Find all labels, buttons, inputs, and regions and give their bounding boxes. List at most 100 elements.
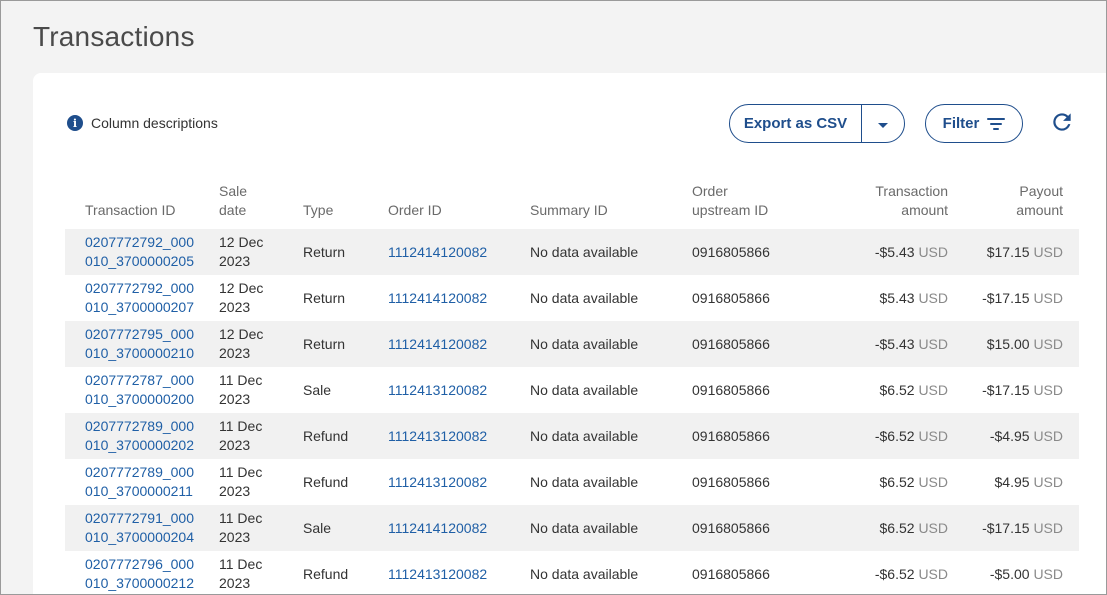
payout-amount-cell: $4.95 USD bbox=[948, 459, 1079, 505]
table-row: 0207772796_000 010_3700000212 11 Dec 202… bbox=[65, 551, 1079, 594]
sale-date-cell: 12 Dec 2023 bbox=[219, 275, 303, 321]
transaction-amount-currency: USD bbox=[918, 565, 948, 582]
payout-amount-currency: USD bbox=[1033, 243, 1063, 260]
header-payout-amount-label: Payout amount bbox=[1016, 183, 1063, 218]
transaction-amount-value: -$5.43 bbox=[874, 243, 915, 260]
table-row: 0207772787_000 010_3700000200 11 Dec 202… bbox=[65, 367, 1079, 413]
table-header-row: Transaction ID Sale date Type Order ID S… bbox=[65, 181, 1079, 229]
type-cell: Sale bbox=[303, 505, 388, 551]
table-row: 0207772789_000 010_3700000211 11 Dec 202… bbox=[65, 459, 1079, 505]
transaction-amount-currency: USD bbox=[918, 473, 948, 490]
table-row: 0207772792_000 010_3700000207 12 Dec 202… bbox=[65, 275, 1079, 321]
type-cell: Refund bbox=[303, 565, 349, 582]
transaction-amount-value: $6.52 bbox=[879, 519, 915, 536]
column-descriptions-label: Column descriptions bbox=[91, 115, 218, 131]
sale-date-year: 2023 bbox=[219, 575, 251, 591]
order-id-link[interactable]: 1112413120082 bbox=[388, 428, 487, 444]
order-id-link[interactable]: 1112413120082 bbox=[388, 382, 487, 398]
header-transaction-id[interactable]: Transaction ID bbox=[65, 181, 219, 229]
transaction-amount-cell: $6.52 USD bbox=[806, 505, 948, 551]
transaction-id-link[interactable]: 0207772789_000 010_3700000202 bbox=[65, 413, 219, 459]
transaction-id-link[interactable]: 0207772789_000 010_3700000211 bbox=[65, 459, 219, 505]
order-id-cell: 1112413120082 bbox=[388, 551, 530, 594]
order-id-link[interactable]: 1112414120082 bbox=[388, 336, 487, 352]
sale-date-year: 2023 bbox=[219, 253, 251, 269]
transaction-id-link[interactable]: 0207772787_000 010_3700000200 bbox=[65, 367, 219, 413]
transaction-amount-currency: USD bbox=[918, 381, 948, 398]
transactions-card: i Column descriptions Export as CSV Filt… bbox=[33, 73, 1106, 594]
order-id-link[interactable]: 1112414120082 bbox=[388, 290, 487, 306]
payout-amount-cell: -$17.15 USD bbox=[948, 275, 1079, 321]
table-row: 0207772792_000 010_3700000205 12 Dec 202… bbox=[65, 229, 1079, 275]
refresh-icon bbox=[1053, 113, 1071, 131]
order-id-link[interactable]: 1112414120082 bbox=[388, 244, 487, 260]
summary-id-cell: No data available bbox=[530, 381, 639, 398]
transaction-amount-cell: -$5.43 USD bbox=[806, 321, 948, 367]
order-upstream-id-cell: 0916805866 bbox=[692, 565, 770, 582]
sale-date-cell: 11 Dec 2023 bbox=[219, 459, 303, 505]
payout-amount-value: -$17.15 bbox=[982, 381, 1030, 398]
payout-amount-currency: USD bbox=[1033, 381, 1063, 398]
transaction-amount-value: -$6.52 bbox=[874, 427, 915, 444]
transaction-id-link[interactable]: 0207772792_000 010_3700000207 bbox=[65, 275, 219, 321]
header-payout-amount[interactable]: Payout amount bbox=[948, 181, 1079, 229]
payout-amount-value: -$17.15 bbox=[982, 289, 1030, 306]
transaction-amount-cell: -$6.52 USD bbox=[806, 551, 948, 594]
header-sale-date[interactable]: Sale date bbox=[219, 181, 303, 229]
order-upstream-id-cell: 0916805866 bbox=[692, 413, 806, 459]
transaction-id-link[interactable]: 0207772792_000 010_3700000205 bbox=[65, 229, 219, 275]
transaction-amount-cell: $6.52 USD bbox=[806, 459, 949, 505]
summary-id-cell: No data available bbox=[530, 565, 639, 582]
table-body: 0207772792_000 010_3700000205 12 Dec 202… bbox=[65, 229, 1079, 594]
transaction-amount-currency: USD bbox=[918, 519, 948, 536]
sale-date-cell: 11 Dec 2023 bbox=[219, 367, 303, 413]
sale-date-day: 11 Dec bbox=[219, 464, 263, 480]
transaction-amount-value: $6.52 bbox=[879, 381, 915, 398]
refresh-button[interactable] bbox=[1049, 109, 1075, 135]
sale-date-cell: 11 Dec 2023 bbox=[219, 551, 303, 594]
payout-amount-value: -$17.15 bbox=[982, 519, 1030, 536]
summary-id-cell: No data available bbox=[530, 229, 692, 275]
header-type[interactable]: Type bbox=[303, 181, 388, 229]
transaction-id-line2: 010_3700000200 bbox=[85, 391, 195, 407]
transaction-id-link[interactable]: 0207772796_000 010_3700000212 bbox=[65, 551, 219, 594]
payout-amount-value: -$4.95 bbox=[989, 427, 1030, 444]
order-upstream-id-cell: 0916805866 bbox=[692, 381, 770, 398]
transaction-id-line2: 010_3700000205 bbox=[85, 253, 195, 269]
export-csv-button[interactable]: Export as CSV bbox=[730, 105, 862, 142]
transaction-id-link[interactable]: 0207772795_000 010_3700000210 bbox=[65, 321, 219, 367]
transaction-amount-value: $5.43 bbox=[879, 289, 915, 306]
app-frame: Transactions i Column descriptions Expor… bbox=[0, 0, 1107, 595]
payout-amount-currency: USD bbox=[1033, 427, 1063, 444]
transaction-amount-currency: USD bbox=[918, 289, 948, 306]
header-order-id[interactable]: Order ID bbox=[388, 181, 530, 229]
transaction-amount-cell: $6.52 USD bbox=[806, 367, 949, 413]
table-row: 0207772795_000 010_3700000210 12 Dec 202… bbox=[65, 321, 1079, 367]
filter-button[interactable]: Filter bbox=[925, 104, 1023, 143]
sale-date-year: 2023 bbox=[219, 483, 251, 499]
filter-icon bbox=[987, 118, 1006, 130]
sale-date-year: 2023 bbox=[219, 437, 251, 453]
export-options-button[interactable] bbox=[862, 105, 904, 142]
sale-date-day: 11 Dec bbox=[219, 372, 263, 388]
filter-label: Filter bbox=[942, 115, 980, 132]
transaction-id-link[interactable]: 0207772791_000 010_3700000204 bbox=[65, 505, 219, 551]
transaction-id-line2: 010_3700000210 bbox=[85, 345, 195, 361]
summary-id-cell: No data available bbox=[530, 413, 692, 459]
payout-amount-value: $4.95 bbox=[994, 473, 1030, 490]
order-id-link[interactable]: 1112413120082 bbox=[388, 474, 487, 490]
header-order-upstream-id-label: Order upstream ID bbox=[692, 183, 769, 218]
order-id-link[interactable]: 1112413120082 bbox=[388, 566, 487, 582]
header-order-upstream-id[interactable]: Order upstream ID bbox=[692, 181, 806, 229]
transaction-id-line1: 0207772791_000 bbox=[85, 510, 195, 526]
header-transaction-amount[interactable]: Transaction amount bbox=[806, 181, 948, 229]
column-descriptions-link[interactable]: i Column descriptions bbox=[67, 115, 218, 131]
header-summary-id[interactable]: Summary ID bbox=[530, 181, 692, 229]
order-id-cell: 1112414120082 bbox=[388, 321, 530, 367]
payout-amount-cell: -$4.95 USD bbox=[948, 413, 1079, 459]
transaction-amount-value: -$5.43 bbox=[874, 335, 915, 352]
summary-id-cell: No data available bbox=[530, 321, 692, 367]
transaction-id-line2: 010_3700000212 bbox=[85, 575, 195, 591]
order-id-link[interactable]: 1112414120082 bbox=[388, 520, 487, 536]
transaction-id-line2: 010_3700000204 bbox=[85, 529, 195, 545]
